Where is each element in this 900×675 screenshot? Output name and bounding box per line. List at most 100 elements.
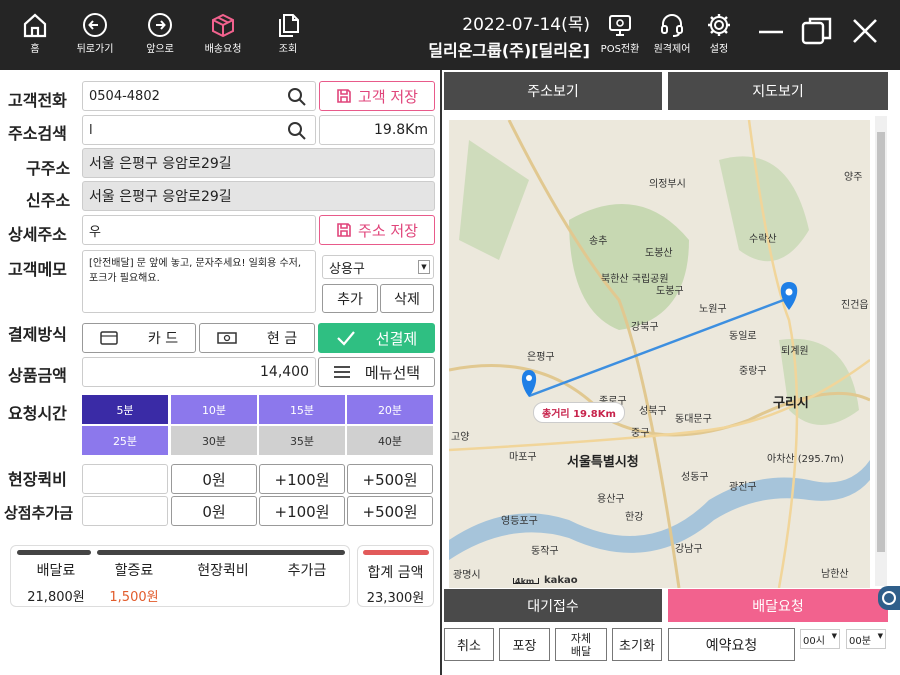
request-time-option[interactable]: 15분 [259,395,345,424]
date-store-info: 2022-07-14(목) 딜리온그룹(주)[딜리온] [420,10,590,61]
memo-phrase-select[interactable]: 상용구 ▼ [322,255,434,279]
search-icon[interactable] [287,87,307,107]
pay-card-label: 카 드 [147,331,179,347]
save-address-button[interactable]: 주소 저장 [319,215,435,245]
memo-label: 고객메모 [8,260,67,279]
document-copy-icon [279,14,299,37]
pos-monitor-icon [609,15,631,36]
pos-switch-button[interactable]: POS전환 [595,12,645,55]
pay-prepaid-button[interactable]: 선결제 [318,323,435,353]
pay-prepaid-label: 선결제 [375,329,418,348]
quick-fee-500-button[interactable]: +500원 [347,464,433,494]
quick-fee-100-label: +100원 [274,470,330,489]
request-time-option[interactable]: 20분 [347,395,433,424]
settings-label: 설정 [709,44,729,55]
request-time-option[interactable]: 5분 [82,395,168,424]
request-time-option[interactable]: 25분 [82,426,168,455]
forward-button[interactable]: 앞으로 [135,12,185,55]
delivery-request-button[interactable]: 배달요청 [668,589,888,622]
summary-bar [17,550,91,555]
amount-field[interactable]: 14,400 [82,357,316,387]
request-time-option[interactable]: 35분 [259,426,345,455]
self-delivery-button[interactable]: 자체 배달 [555,628,607,661]
wait-accept-button[interactable]: 대기접수 [444,589,662,622]
remote-control-button[interactable]: 원격제어 [647,12,697,55]
pay-cash-button[interactable]: 현 금 [199,323,315,353]
quick-fee-0-label: 0원 [202,470,226,489]
close-icon[interactable] [850,14,880,48]
delivery-request-nav-button[interactable]: 배송요청 [198,12,248,55]
distance-display: 19.8Km [319,115,435,145]
map-label: 고양 [451,432,470,443]
side-handle-icon[interactable] [878,586,900,610]
detail-address-value: 우 [89,224,101,240]
memo-delete-button[interactable]: 삭제 [380,284,434,313]
reserve-request-button[interactable]: 예약요청 [668,628,795,661]
chevron-down-icon[interactable]: ▼ [418,260,430,274]
quick-fee-100-button[interactable]: +100원 [259,464,345,494]
search-icon[interactable] [287,121,307,141]
scrollbar-thumb[interactable] [877,132,885,552]
menu-select-button[interactable]: 메뉴선택 [318,357,435,387]
route-map[interactable]: 의정부시 북한산 국립공원 도봉구 노원구 강북구 은평구 종로구 성북구 동대… [449,120,870,588]
map-scale-label: 4km [515,577,535,586]
pay-card-button[interactable]: 카 드 [82,323,196,353]
package-icon [212,13,234,38]
memo-add-button[interactable]: 추가 [322,284,378,313]
payment-label: 결제방식 [8,325,67,344]
extra-fee-100-button[interactable]: +100원 [259,496,345,526]
extra-fee-500-button[interactable]: +500원 [347,496,433,526]
chevron-down-icon[interactable]: ▼ [878,632,883,640]
quick-fee-0-button[interactable]: 0원 [171,464,257,494]
new-address-value: 서울 은평구 응암로29길 [89,189,232,205]
amount-label: 상품금액 [8,366,67,385]
chevron-down-icon[interactable]: ▼ [832,632,837,640]
new-address-label: 신주소 [26,191,71,210]
request-time-option[interactable]: 30분 [171,426,257,455]
lookup-label: 조회 [278,44,298,55]
view-map-button[interactable]: 지도보기 [668,72,888,110]
settings-button[interactable]: 설정 [694,12,744,55]
forward-label: 앞으로 [146,44,174,55]
map-label: 퇴계원 [781,346,809,357]
summary-extra-fee-label: 추가금 [287,563,327,579]
total-value: 23,300원 [366,591,425,606]
reserve-minute-select[interactable]: 00분 ▼ [846,629,886,649]
request-time-option[interactable]: 10분 [171,395,257,424]
reserve-hour-select[interactable]: 00시 ▼ [800,629,840,649]
detail-address-label: 상세주소 [8,225,67,244]
memo-textarea[interactable]: [안전배달] 문 앞에 놓고, 문자주세요! 일회용 수저, 포크가 필요해요. [82,250,316,313]
address-search-input[interactable]: l [82,115,316,145]
map-scrollbar[interactable] [875,116,887,586]
map-label: 송추 [589,236,608,247]
quick-fee-input[interactable] [82,464,168,494]
restore-icon[interactable] [800,14,834,48]
cancel-button[interactable]: 취소 [444,628,494,661]
summary-delivery-fee: 배달료 21,800원 [21,560,91,605]
quick-fee-label: 현장퀵비 [8,470,67,489]
minimize-icon[interactable] [757,22,785,42]
home-button[interactable]: 홈 [10,12,60,55]
store-name: 딜리온그룹(주)[딜리온] [428,41,590,60]
reset-button[interactable]: 초기화 [612,628,662,661]
view-address-label: 주소보기 [527,84,579,100]
packing-button[interactable]: 포장 [499,628,550,661]
cancel-label: 취소 [457,639,481,654]
menu-select-label: 메뉴선택 [364,363,421,382]
back-button[interactable]: 뒤로가기 [70,12,120,55]
reserve-request-label: 예약요청 [705,637,758,654]
save-customer-button[interactable]: 고객 저장 [319,81,435,111]
map-label: 아차산 (295.7m) [767,454,844,465]
map-label: 도봉구 [656,286,684,297]
view-address-button[interactable]: 주소보기 [444,72,662,110]
extra-fee-0-button[interactable]: 0원 [171,496,257,526]
map-label: 용산구 [597,494,625,505]
detail-address-input[interactable]: 우 [82,215,316,245]
phone-input[interactable]: 0504-4802 [82,81,316,111]
request-time-option[interactable]: 40분 [347,426,433,455]
lookup-button[interactable]: 조회 [263,12,313,55]
pos-switch-label: POS전환 [600,44,640,55]
extra-fee-input[interactable] [82,496,168,526]
summary-delivery-fee-value: 21,800원 [27,590,85,605]
map-label: 마포구 [509,452,537,463]
